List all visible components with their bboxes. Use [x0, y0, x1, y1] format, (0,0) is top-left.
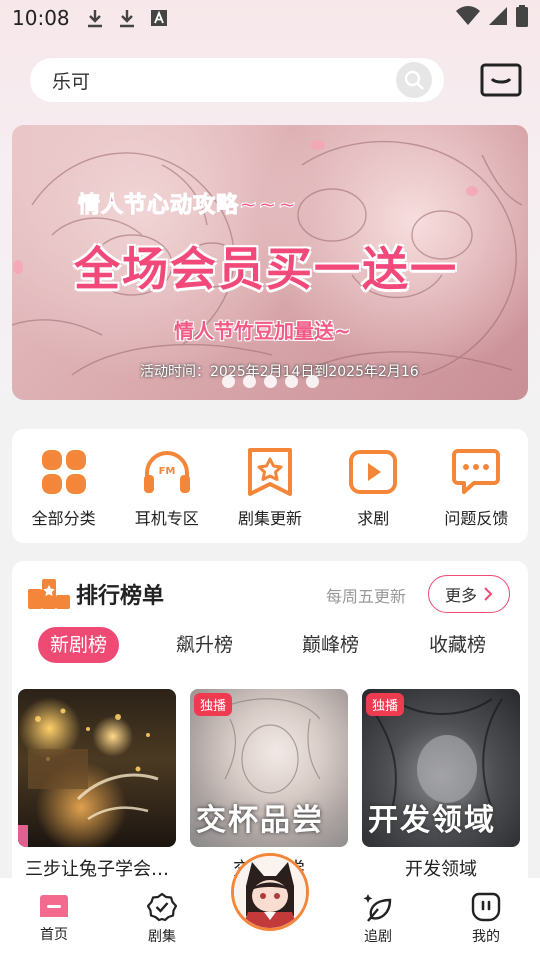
carousel-dots: [222, 375, 319, 388]
chevron-right-icon: [484, 587, 493, 601]
tab-new-drama[interactable]: 新剧榜: [38, 627, 120, 663]
badge-check-icon: [147, 892, 177, 922]
exclusive-badge: 独播: [194, 693, 233, 716]
more-label: 更多: [444, 586, 477, 605]
leaf-sparkle-icon: [363, 894, 392, 922]
nav-label: 我的: [472, 929, 500, 945]
message-box-button[interactable]: [480, 62, 522, 98]
tab-favorites[interactable]: 收藏榜: [429, 627, 486, 663]
wifi-icon: [456, 5, 480, 31]
quick-action-label: 全部分类: [31, 509, 96, 528]
ranking-header: 排行榜单: [28, 575, 164, 613]
avatar: [234, 856, 306, 928]
nav-label: 剧集: [148, 929, 176, 945]
ranking-more-button[interactable]: 更多: [428, 575, 510, 613]
status-time: 10:08: [12, 6, 70, 30]
quick-action-headphones[interactable]: FM 耳机专区: [115, 447, 218, 543]
battery-icon: [516, 4, 528, 32]
face-icon: [471, 892, 501, 922]
search-button[interactable]: [396, 62, 432, 98]
quick-actions-panel: 全部分类 FM 耳机专区 剧集更新 求剧 问题反馈: [12, 429, 528, 543]
cover-art: [18, 708, 159, 847]
status-bar: 10:08: [0, 0, 540, 36]
nav-home[interactable]: 首页: [24, 892, 84, 944]
quick-action-request[interactable]: 求剧: [322, 447, 425, 543]
banner-subtitle-2: 情人节竹豆加量送~: [174, 319, 351, 343]
quick-action-label: 求剧: [357, 509, 390, 528]
search-input[interactable]: 乐可: [52, 67, 396, 94]
carousel-dot[interactable]: [222, 375, 235, 388]
download-icon: [84, 7, 106, 29]
ranking-section: 排行榜单 每周五更新 更多 新剧榜 飙升榜 巅峰榜 收藏榜 三步让兔子学会… 独…: [12, 561, 528, 901]
bookmark-star-icon: [245, 447, 295, 497]
quick-action-label: 剧集更新: [238, 509, 303, 528]
search-bar[interactable]: 乐可: [30, 58, 444, 102]
headphones-fm-icon: FM: [142, 447, 192, 497]
cover-title-text: 交杯品尝: [196, 803, 324, 838]
cover-image: 独播 开发领域: [362, 689, 520, 847]
banner-subtitle: 情人节心动攻略~~~: [77, 193, 298, 219]
tab-peak[interactable]: 巅峰榜: [302, 627, 359, 663]
svg-text:FM: FM: [158, 466, 175, 477]
tab-rising[interactable]: 飙升榜: [176, 627, 233, 663]
home-icon: [40, 895, 68, 917]
quick-action-feedback[interactable]: 问题反馈: [425, 447, 528, 543]
ranking-title: 排行榜单: [76, 584, 165, 609]
carousel-dot[interactable]: [285, 375, 298, 388]
ranking-update-note: 每周五更新: [326, 587, 407, 606]
download-icon: [116, 7, 138, 29]
carousel-dot[interactable]: [264, 375, 277, 388]
ranking-tabs: 新剧榜 飙升榜 巅峰榜 收藏榜: [38, 627, 518, 663]
carousel-dot[interactable]: [243, 375, 256, 388]
quick-action-label: 问题反馈: [444, 509, 509, 528]
chat-dots-icon: [451, 447, 501, 497]
exclusive-badge: 独播: [366, 693, 405, 716]
grid-icon: [39, 447, 89, 497]
search-icon: [404, 70, 424, 90]
font-a-icon: [148, 7, 170, 29]
ranking-podium-icon: [28, 575, 70, 613]
quick-action-label: 耳机专区: [134, 509, 199, 528]
nav-label: 追剧: [364, 929, 392, 945]
nav-mine[interactable]: 我的: [456, 892, 516, 946]
inbox-icon: [480, 63, 522, 97]
ranking-card[interactable]: 三步让兔子学会…: [18, 689, 176, 881]
nav-episodes[interactable]: 剧集: [132, 892, 192, 946]
banner-title: 全场会员买一送一: [74, 242, 458, 296]
quick-action-episode-updates[interactable]: 剧集更新: [218, 447, 321, 543]
ranking-card[interactable]: 独播 开发领域 开发领域: [362, 689, 520, 881]
center-avatar-button[interactable]: [231, 853, 309, 931]
signal-icon: [488, 6, 508, 31]
cover-title-text: 开发领域: [368, 803, 496, 838]
promo-banner[interactable]: 情人节心动攻略~~~ 全场会员买一送一 情人节竹豆加量送~ 活动时间：2025年…: [12, 125, 528, 400]
nav-label: 首页: [40, 927, 68, 943]
cover-image: 独播 交杯品尝: [190, 689, 348, 847]
nav-following[interactable]: 追剧: [348, 892, 408, 946]
play-box-icon: [348, 447, 398, 497]
carousel-dot[interactable]: [306, 375, 319, 388]
cover-image: [18, 689, 176, 847]
quick-action-all-categories[interactable]: 全部分类: [12, 447, 115, 543]
